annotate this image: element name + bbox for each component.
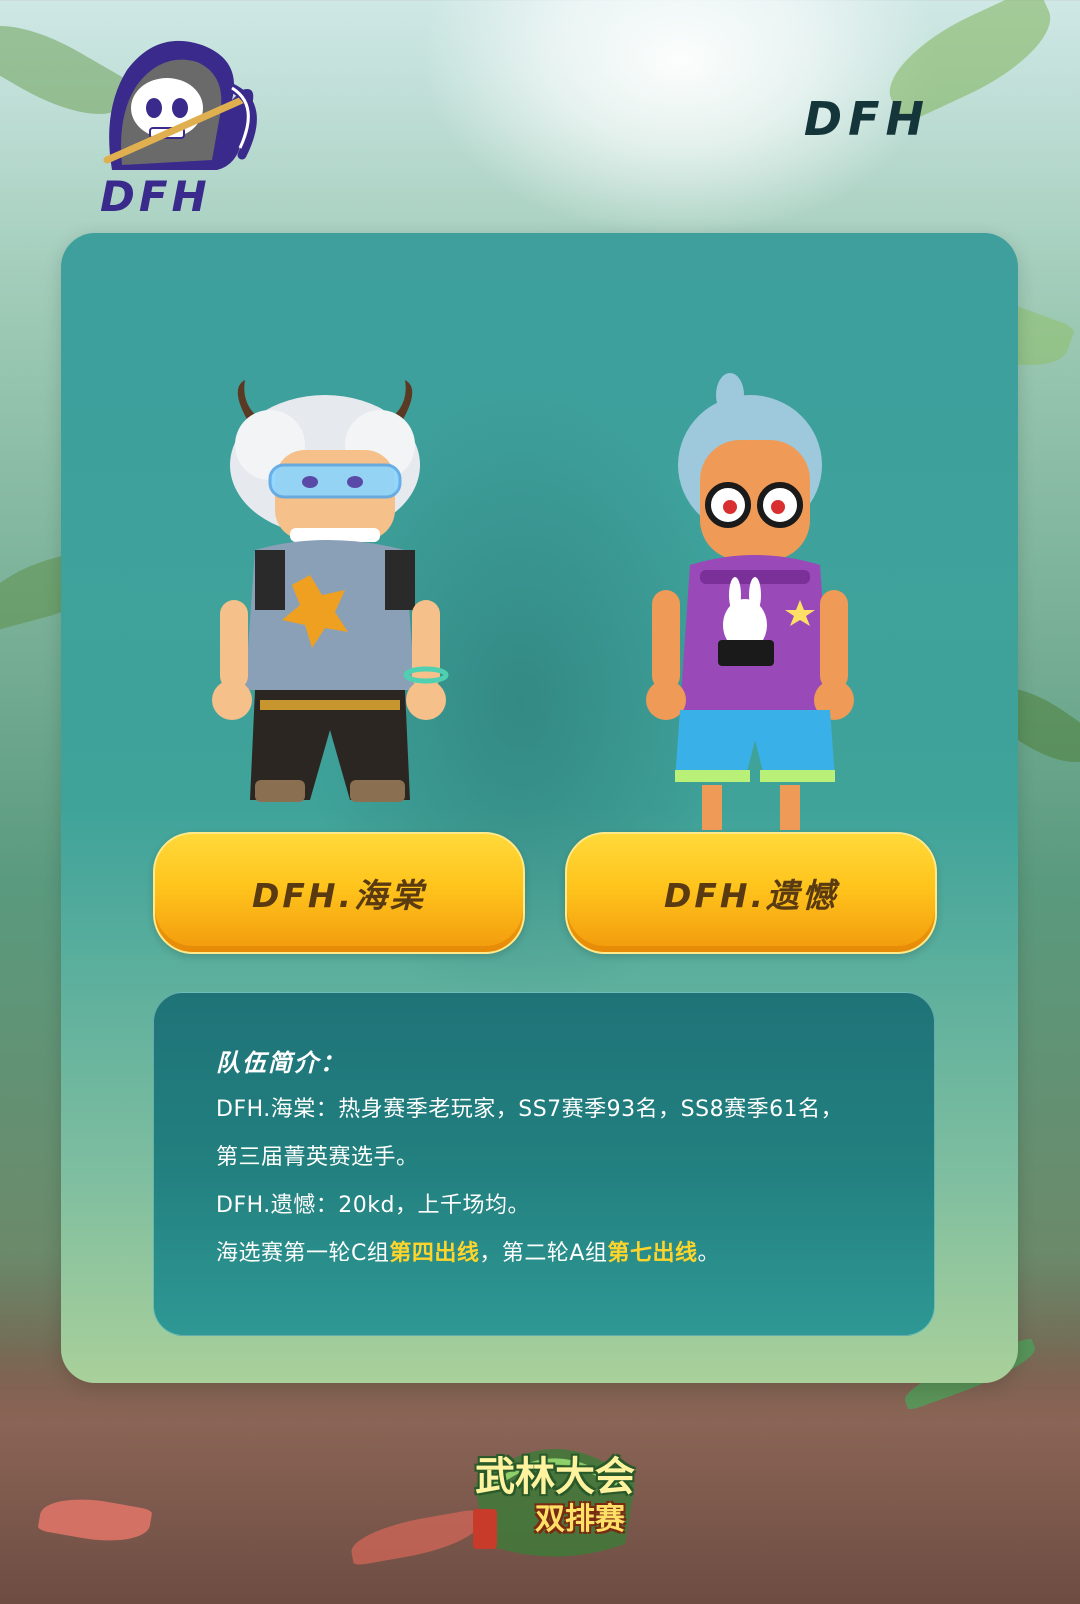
intro-line-1: DFH.海棠：热身赛季老玩家，SS7赛季93名，SS8赛季61名，	[216, 1097, 844, 1122]
player-name-button-haitang[interactable]: DFH.海棠	[153, 832, 525, 954]
logo-text: DFH	[100, 172, 211, 221]
intro-highlight: 第七出线	[607, 1241, 698, 1266]
event-title-line-2: 双排赛	[535, 1502, 625, 1537]
intro-heading: 队伍简介：	[216, 1049, 346, 1077]
player-name-label: DFH.遗憾	[663, 876, 839, 915]
player-name-button-yihan[interactable]: DFH.遗憾	[565, 832, 937, 954]
player-avatar-right	[646, 373, 854, 830]
intro-line-3: DFH.遗憾：20kd，上千场均。	[216, 1193, 530, 1218]
intro-text: 海选赛第一轮C组	[216, 1241, 390, 1266]
intro-line-2: 第三届菁英赛选手。	[216, 1145, 419, 1170]
intro-text: 。	[697, 1241, 720, 1266]
player-name-label: DFH.海棠	[251, 876, 427, 915]
reaper-icon	[103, 40, 257, 170]
intro-text: ，第二轮A组	[479, 1241, 608, 1266]
intro-highlight: 第四出线	[389, 1241, 480, 1266]
team-intro-panel: 队伍简介： DFH.海棠：热身赛季老玩家，SS7赛季93名，SS8赛季61名， …	[153, 992, 935, 1336]
player-avatar-left	[212, 380, 449, 802]
intro-line-4: 海选赛第一轮C组第四出线，第二轮A组第七出线。	[216, 1235, 720, 1267]
event-logo: 武林大会 双排赛	[455, 1424, 655, 1569]
team-title: DFH	[803, 92, 930, 146]
